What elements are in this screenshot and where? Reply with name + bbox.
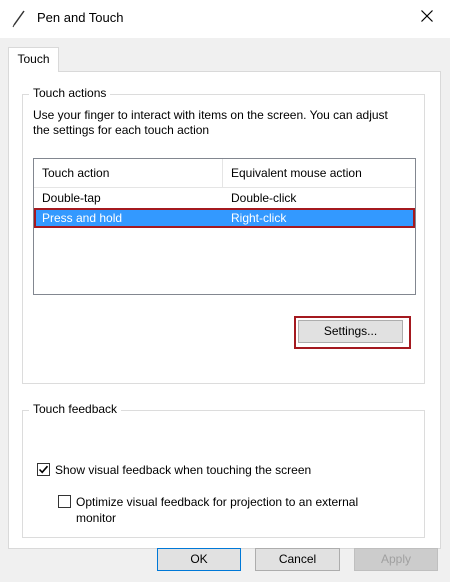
cell-touch-action: Double-tap [42, 191, 101, 205]
optimize-feedback-checkbox[interactable] [58, 495, 71, 508]
list-row-double-tap[interactable]: Double-tap Double-click [34, 188, 415, 208]
touch-feedback-legend: Touch feedback [29, 402, 122, 416]
touch-actions-group: Touch actions Use your finger to interac… [22, 86, 425, 384]
tab-panel-touch: Touch actions Use your finger to interac… [8, 71, 441, 549]
cell-mouse-action: Double-click [231, 191, 297, 205]
touch-actions-list[interactable]: Touch action Equivalent mouse action Dou… [33, 158, 416, 295]
settings-button[interactable]: Settings... [298, 320, 403, 343]
optimize-feedback-label: Optimize visual feedback for projection … [76, 495, 359, 525]
show-visual-feedback-checkbox[interactable] [37, 463, 50, 476]
window-title: Pen and Touch [37, 10, 124, 25]
pen-icon [10, 8, 28, 28]
show-visual-feedback-label: Show visual feedback when touching the s… [55, 463, 312, 477]
cell-touch-action: Press and hold [42, 211, 123, 225]
tab-touch[interactable]: Touch [8, 47, 59, 72]
optimize-feedback-option[interactable]: Optimize visual feedback for projection … [58, 494, 398, 526]
cancel-button[interactable]: Cancel [255, 548, 340, 571]
column-header-mouse-action[interactable]: Equivalent mouse action [223, 159, 415, 187]
ok-button[interactable]: OK [157, 548, 241, 571]
close-button[interactable] [404, 0, 450, 32]
column-header-touch-action[interactable]: Touch action [34, 159, 223, 187]
apply-button[interactable]: Apply [354, 548, 438, 571]
close-icon [421, 10, 433, 22]
list-row-press-and-hold[interactable]: Press and hold Right-click [34, 208, 415, 228]
dialog-client-area: Touch Touch actions Use your finger to i… [0, 38, 450, 582]
cell-mouse-action: Right-click [231, 211, 287, 225]
title-bar: Pen and Touch [0, 0, 450, 38]
touch-feedback-group: Touch feedback Show visual feedback when… [22, 402, 425, 538]
touch-actions-legend: Touch actions [29, 86, 111, 100]
touch-actions-description: Use your finger to interact with items o… [33, 108, 388, 137]
show-visual-feedback-option[interactable]: Show visual feedback when touching the s… [37, 462, 311, 478]
checkmark-icon [38, 465, 49, 474]
list-header: Touch action Equivalent mouse action [34, 159, 415, 188]
